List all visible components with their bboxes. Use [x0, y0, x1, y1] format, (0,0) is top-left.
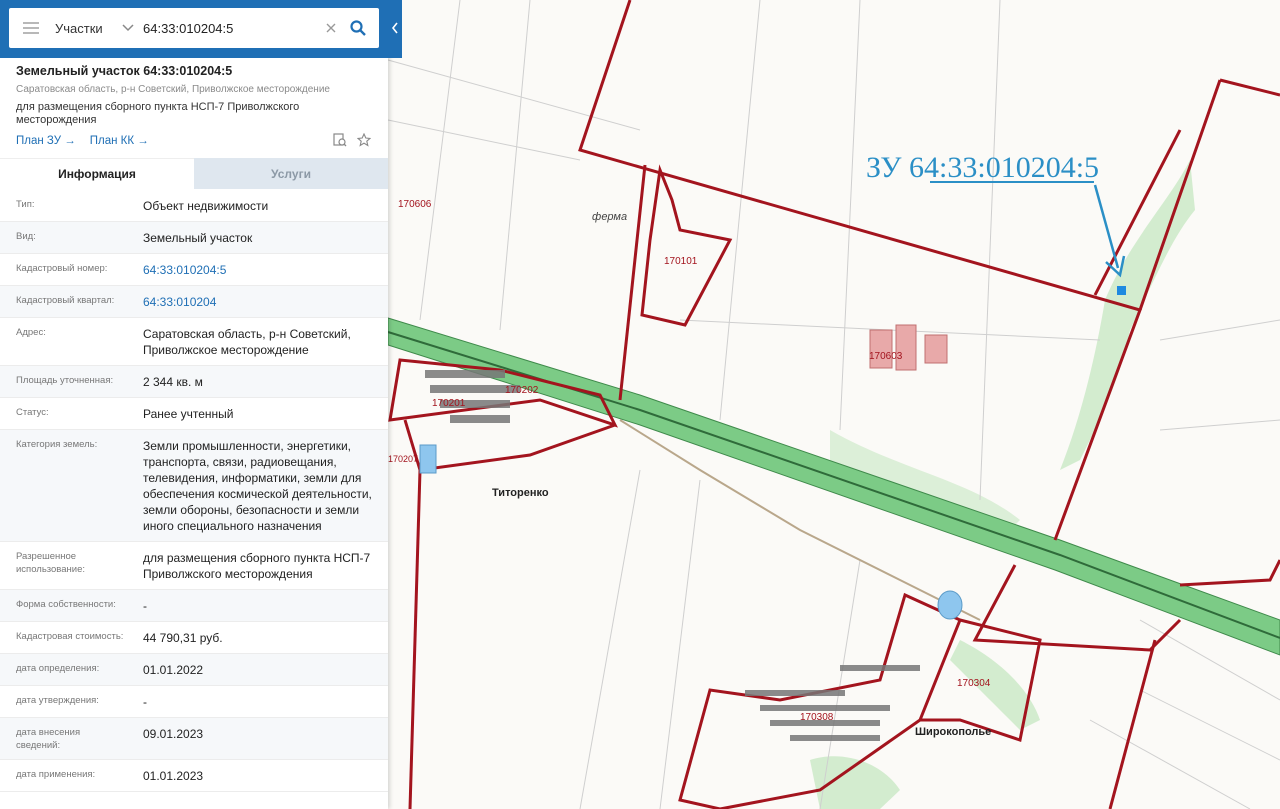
cadastral-boundaries [388, 0, 1280, 809]
info-row: дата определения: 01.01.2022 [0, 654, 388, 686]
chevron-left-icon [391, 22, 398, 34]
info-key: Категория земель: [16, 439, 98, 450]
quarter-label: 170603 [869, 351, 903, 362]
info-row: Адрес: Саратовская область, р-н Советский… [0, 318, 388, 366]
chevron-down-icon[interactable] [121, 23, 135, 33]
info-row: Статус: Ранее учтенный [0, 398, 388, 430]
info-value: Ранее учтенный [143, 407, 234, 421]
info-row: дата утверждения: - [0, 686, 388, 718]
object-purpose: для размещения сборного пункта НСП-7 При… [16, 101, 300, 126]
quarter-label: 170606 [398, 199, 432, 210]
info-row: Кадастровая стоимость: 44 790,31 руб. [0, 622, 388, 654]
annotation-arrow [1093, 184, 1120, 269]
info-row: Площадь уточненная: 2 344 кв. м [0, 366, 388, 398]
layer-select[interactable]: Участки [55, 21, 111, 36]
info-table: Тип: Объект недвижимости Вид: Земельный уч… [0, 190, 388, 792]
info-key: Кадастровый номер: [16, 263, 108, 274]
tab-services[interactable]: Услуги [194, 158, 388, 189]
collapse-panel-button[interactable] [388, 8, 402, 48]
search-box: Участки 64:33:010204:5 [9, 8, 379, 48]
quarter-label: 170201 [432, 398, 466, 409]
place-label: ферма [592, 211, 627, 223]
search-document-icon[interactable] [333, 133, 347, 147]
info-key: Кадастровый квартал: [16, 295, 115, 306]
pond [419, 444, 437, 474]
info-value: для размещения сборного пункта НСП-7 При… [143, 551, 371, 581]
star-icon[interactable] [357, 133, 371, 147]
quarter-label: 170304 [957, 678, 991, 689]
info-key: Адрес: [16, 327, 46, 338]
info-key: Площадь уточненная: [16, 375, 114, 386]
info-value: 01.01.2023 [143, 769, 204, 783]
info-value: Земли промышленности, энергетики, трансп… [143, 439, 372, 533]
info-row: дата внесения сведений: 09.01.2023 [0, 718, 388, 760]
search-icon[interactable] [349, 19, 367, 37]
quarter-label: 170308 [800, 712, 834, 723]
info-row: Тип: Объект недвижимости [0, 190, 388, 222]
info-row: Кадастровый номер: 64:33:010204:5 [0, 254, 388, 286]
info-value: - [143, 599, 147, 613]
info-key: дата применения: [16, 769, 96, 780]
tab-bar: Информация Услуги [0, 158, 388, 189]
info-value: Объект недвижимости [143, 199, 269, 213]
info-row: Вид: Земельный участок [0, 222, 388, 254]
info-value: 2 344 кв. м [143, 375, 203, 389]
info-key: дата внесения сведений: [16, 727, 81, 751]
plan-links: План ЗУ → План КК → [16, 135, 149, 147]
map-annotation-text: ЗУ 64:33:010204:5 [866, 151, 1099, 184]
search-input[interactable]: 64:33:010204:5 [143, 21, 325, 36]
info-key: Статус: [16, 407, 49, 418]
object-actions [333, 133, 371, 147]
field-lines [387, 0, 1280, 809]
tab-information[interactable]: Информация [0, 158, 194, 189]
close-icon[interactable] [325, 22, 337, 34]
plan-kk-link[interactable]: План КК → [90, 135, 149, 147]
info-key: дата определения: [16, 663, 100, 674]
side-panel: Земельный участок 64:33:010204:5 Саратов… [0, 0, 388, 809]
cadastral-number-link[interactable]: 64:33:010204:5 [126, 262, 388, 278]
object-region: Саратовская область, р-н Советский, Прив… [16, 84, 330, 95]
info-key: Форма собственности: [16, 599, 116, 610]
object-title: Земельный участок 64:33:010204:5 [16, 64, 233, 78]
quarter-label: 170207 [388, 454, 418, 464]
info-row: Разрешенное использование: для размещения… [0, 542, 388, 590]
info-value: Земельный участок [143, 231, 253, 245]
info-value: 44 790,31 руб. [143, 631, 223, 645]
info-row: дата применения: 01.01.2023 [0, 760, 388, 792]
info-key: Кадастровая стоимость: [16, 631, 124, 642]
cadastral-quarter-link[interactable]: 64:33:010204 [126, 294, 388, 310]
quarter-label: 170202 [505, 385, 539, 396]
info-value: Саратовская область, р-н Советский, Прив… [143, 327, 351, 357]
info-key: дата утверждения: [16, 695, 99, 706]
search-bar: Участки 64:33:010204:5 [0, 0, 402, 58]
info-row: Форма собственности: - [0, 590, 388, 622]
info-row: Кадастровый квартал: 64:33:010204 [0, 286, 388, 318]
target-parcel-marker [1117, 286, 1126, 295]
plan-zu-link[interactable]: План ЗУ → [16, 135, 76, 147]
info-value: - [143, 695, 147, 709]
info-row: Категория земель: Земли промышленности, э… [0, 430, 388, 542]
info-value: 01.01.2022 [143, 663, 204, 677]
object-header: Земельный участок 64:33:010204:5 Саратов… [16, 64, 376, 127]
info-value: 09.01.2023 [143, 727, 204, 741]
info-key: Вид: [16, 231, 36, 242]
menu-icon[interactable] [23, 22, 39, 34]
pond [937, 590, 963, 620]
info-key: Разрешенное использование: [16, 551, 86, 575]
place-label: Широкополье [915, 726, 991, 738]
info-key: Тип: [16, 199, 35, 210]
quarter-label: 170101 [664, 256, 698, 267]
place-label: Титоренко [492, 487, 549, 499]
